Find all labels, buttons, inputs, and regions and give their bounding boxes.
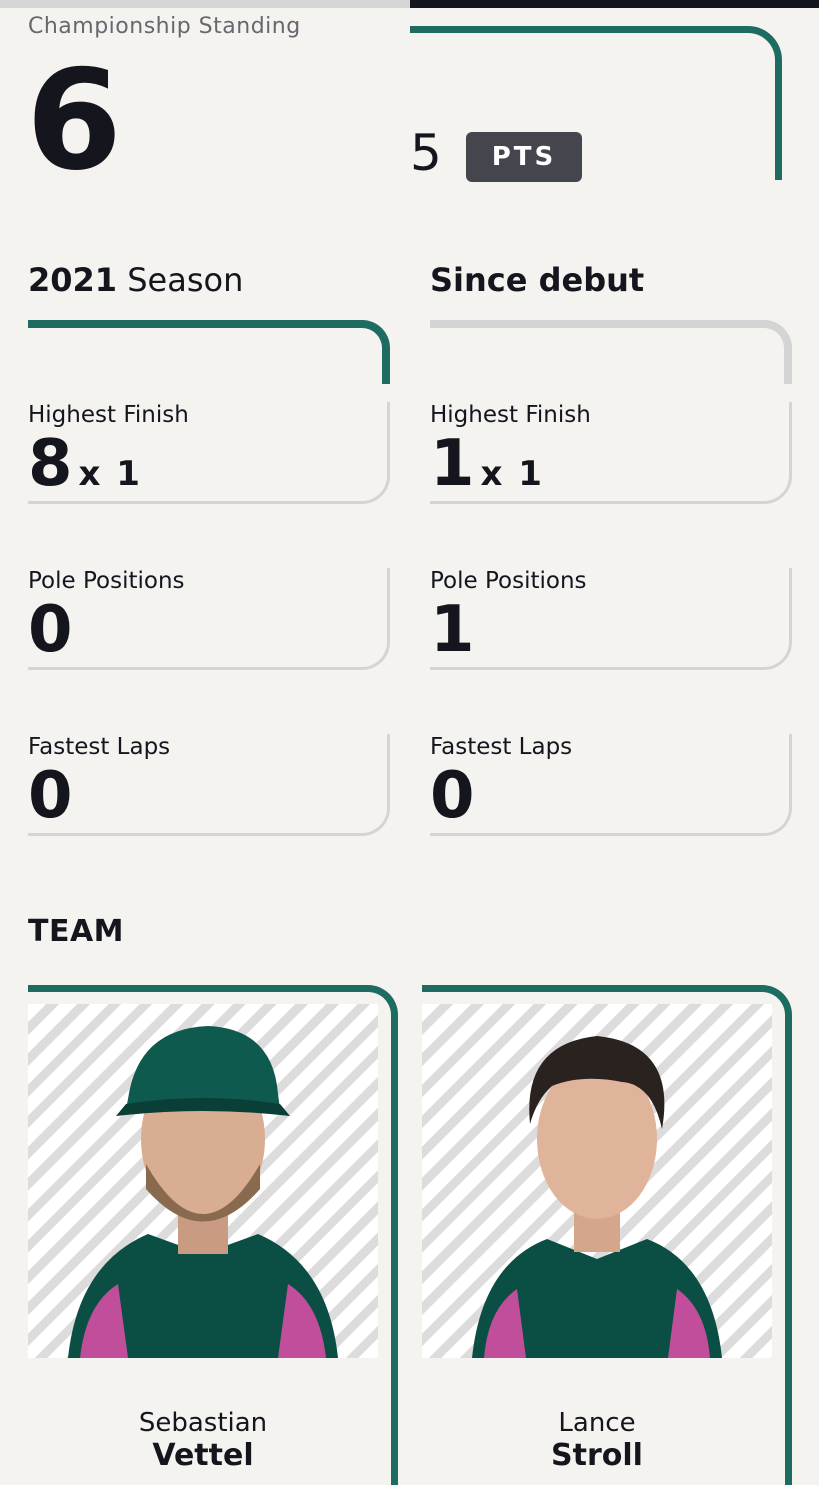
points-badge: PTS bbox=[466, 132, 582, 182]
driver-portrait-icon bbox=[68, 1026, 338, 1358]
career-frame bbox=[430, 320, 792, 384]
season-pole-positions: Pole Positions 0 bbox=[28, 568, 390, 670]
driver-first-name: Lance bbox=[558, 1408, 636, 1438]
career-fastest-laps: Fastest Laps 0 bbox=[430, 734, 792, 836]
season-label: Season bbox=[127, 261, 244, 299]
team-title: TEAM bbox=[28, 914, 125, 949]
championship-label: Championship Standing bbox=[28, 14, 301, 39]
stat-value: 0 bbox=[28, 593, 73, 667]
points-value: 5 bbox=[410, 124, 442, 182]
stat-value: 1 bbox=[430, 593, 475, 667]
driver-photo bbox=[28, 1004, 378, 1358]
driver-portrait-icon bbox=[472, 1036, 722, 1358]
season-title: 2021 Season bbox=[28, 264, 243, 296]
driver-first-name: Sebastian bbox=[138, 1408, 268, 1438]
career-highest-finish: Highest Finish 1x 1 bbox=[430, 402, 792, 504]
stat-label: Pole Positions bbox=[28, 568, 185, 594]
driver-last-name: Stroll bbox=[551, 1438, 643, 1473]
stat-label: Pole Positions bbox=[430, 568, 587, 594]
season-fastest-laps: Fastest Laps 0 bbox=[28, 734, 390, 836]
season-highest-finish: Highest Finish 8x 1 bbox=[28, 402, 390, 504]
driver-card-vettel[interactable]: Sebastian Vettel bbox=[28, 985, 398, 1485]
season-year: 2021 bbox=[28, 261, 118, 299]
stat-value: 1x 1 bbox=[430, 427, 544, 501]
driver-last-name: Vettel bbox=[152, 1438, 254, 1473]
career-title: Since debut bbox=[430, 261, 645, 299]
top-divider bbox=[0, 0, 410, 8]
stat-value: 0 bbox=[28, 759, 73, 833]
stat-label: Highest Finish bbox=[430, 402, 591, 428]
career-pole-positions: Pole Positions 1 bbox=[430, 568, 792, 670]
stat-multiplier: x 1 bbox=[480, 454, 544, 494]
driver-photo bbox=[422, 1004, 772, 1358]
stat-value: 8x 1 bbox=[28, 427, 142, 501]
stat-value: 0 bbox=[430, 759, 475, 833]
championship-position: 6 bbox=[26, 40, 122, 201]
stat-multiplier: x 1 bbox=[78, 454, 142, 494]
season-frame bbox=[28, 320, 390, 384]
driver-card-stroll[interactable]: Lance Stroll bbox=[422, 985, 792, 1485]
top-divider-active bbox=[410, 0, 819, 8]
stat-label: Fastest Laps bbox=[28, 734, 171, 760]
stat-label: Highest Finish bbox=[28, 402, 189, 428]
stat-label: Fastest Laps bbox=[430, 734, 573, 760]
